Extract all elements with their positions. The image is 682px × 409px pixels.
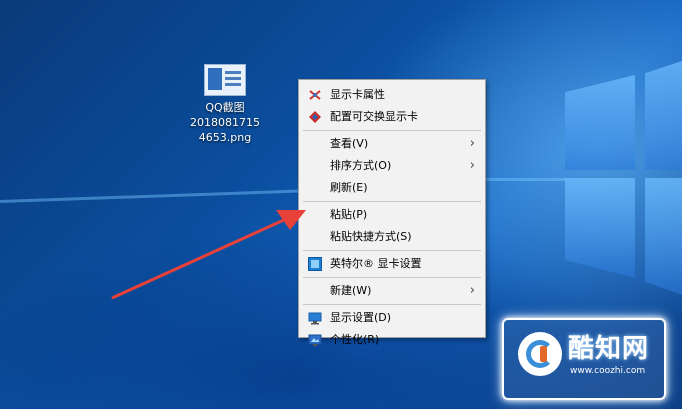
graphics-properties-icon: [308, 88, 322, 102]
menu-item-label: 显示卡属性: [330, 88, 385, 101]
menu-item-label: 新建(W): [330, 284, 372, 297]
menu-item-label: 显示设置(D): [330, 311, 392, 324]
menu-item-label: 刷新(E): [330, 181, 368, 194]
menu-separator: [303, 304, 481, 305]
menu-item-label: 查看(V): [330, 137, 369, 150]
menu-item-label: 排序方式(O): [330, 159, 392, 172]
chevron-right-icon: ›: [469, 283, 475, 298]
site-watermark: 酷知网 www.coozhi.com: [502, 318, 666, 400]
wallpaper-pane: [565, 178, 635, 278]
menu-item-label: 英特尔® 显卡设置: [330, 257, 422, 270]
menu-separator: [303, 250, 481, 251]
menu-item-intel-graphics[interactable]: 英特尔® 显卡设置: [299, 253, 485, 275]
wallpaper-pane: [645, 60, 682, 170]
menu-item-refresh[interactable]: 刷新(E): [299, 177, 485, 199]
intel-graphics-icon: [308, 257, 322, 271]
switchable-graphics-icon: [308, 110, 322, 124]
desktop-file-label: 2018081715: [190, 116, 260, 129]
chevron-right-icon: ›: [469, 158, 475, 173]
image-file-icon: [204, 64, 246, 96]
menu-item-view[interactable]: 查看(V) ›: [299, 133, 485, 155]
personalize-icon: [308, 333, 322, 347]
menu-item-new[interactable]: 新建(W) ›: [299, 280, 485, 302]
menu-item-display-settings[interactable]: 显示设置(D): [299, 307, 485, 329]
wallpaper-pane: [645, 178, 682, 296]
menu-item-personalize[interactable]: 个性化(R): [299, 329, 485, 351]
menu-item-switchable-graphics[interactable]: 配置可交换显示卡: [299, 106, 485, 128]
menu-item-label: 配置可交换显示卡: [330, 110, 418, 123]
chevron-right-icon: ›: [469, 136, 475, 151]
wallpaper-beam: [486, 178, 566, 181]
desktop-context-menu: 显示卡属性 配置可交换显示卡 查看(V) › 排序方式(O) › 刷新(E) 粘…: [298, 79, 486, 346]
wallpaper-pane: [565, 75, 635, 170]
menu-separator: [303, 130, 481, 131]
menu-item-label: 个性化(R): [330, 333, 380, 346]
desktop-file-label: QQ截图: [205, 101, 245, 114]
menu-separator: [303, 201, 481, 202]
menu-item-label: 粘贴(P): [330, 208, 368, 221]
menu-item-label: 粘贴快捷方式(S): [330, 230, 412, 243]
desktop-file-icon[interactable]: QQ截图 2018081715 4653.png: [190, 62, 260, 145]
display-settings-icon: [308, 311, 322, 325]
watermark-brand: 酷知网: [568, 334, 650, 364]
menu-item-paste-shortcut[interactable]: 粘贴快捷方式(S): [299, 226, 485, 248]
desktop-file-label: 4653.png: [198, 131, 252, 144]
menu-item-paste[interactable]: 粘贴(P): [299, 204, 485, 226]
coozhi-logo-icon: [518, 332, 562, 376]
menu-item-sort-by[interactable]: 排序方式(O) ›: [299, 155, 485, 177]
menu-separator: [303, 277, 481, 278]
wallpaper-beam: [0, 189, 300, 203]
watermark-url: www.coozhi.com: [570, 366, 646, 376]
menu-item-graphics-properties[interactable]: 显示卡属性: [299, 84, 485, 106]
